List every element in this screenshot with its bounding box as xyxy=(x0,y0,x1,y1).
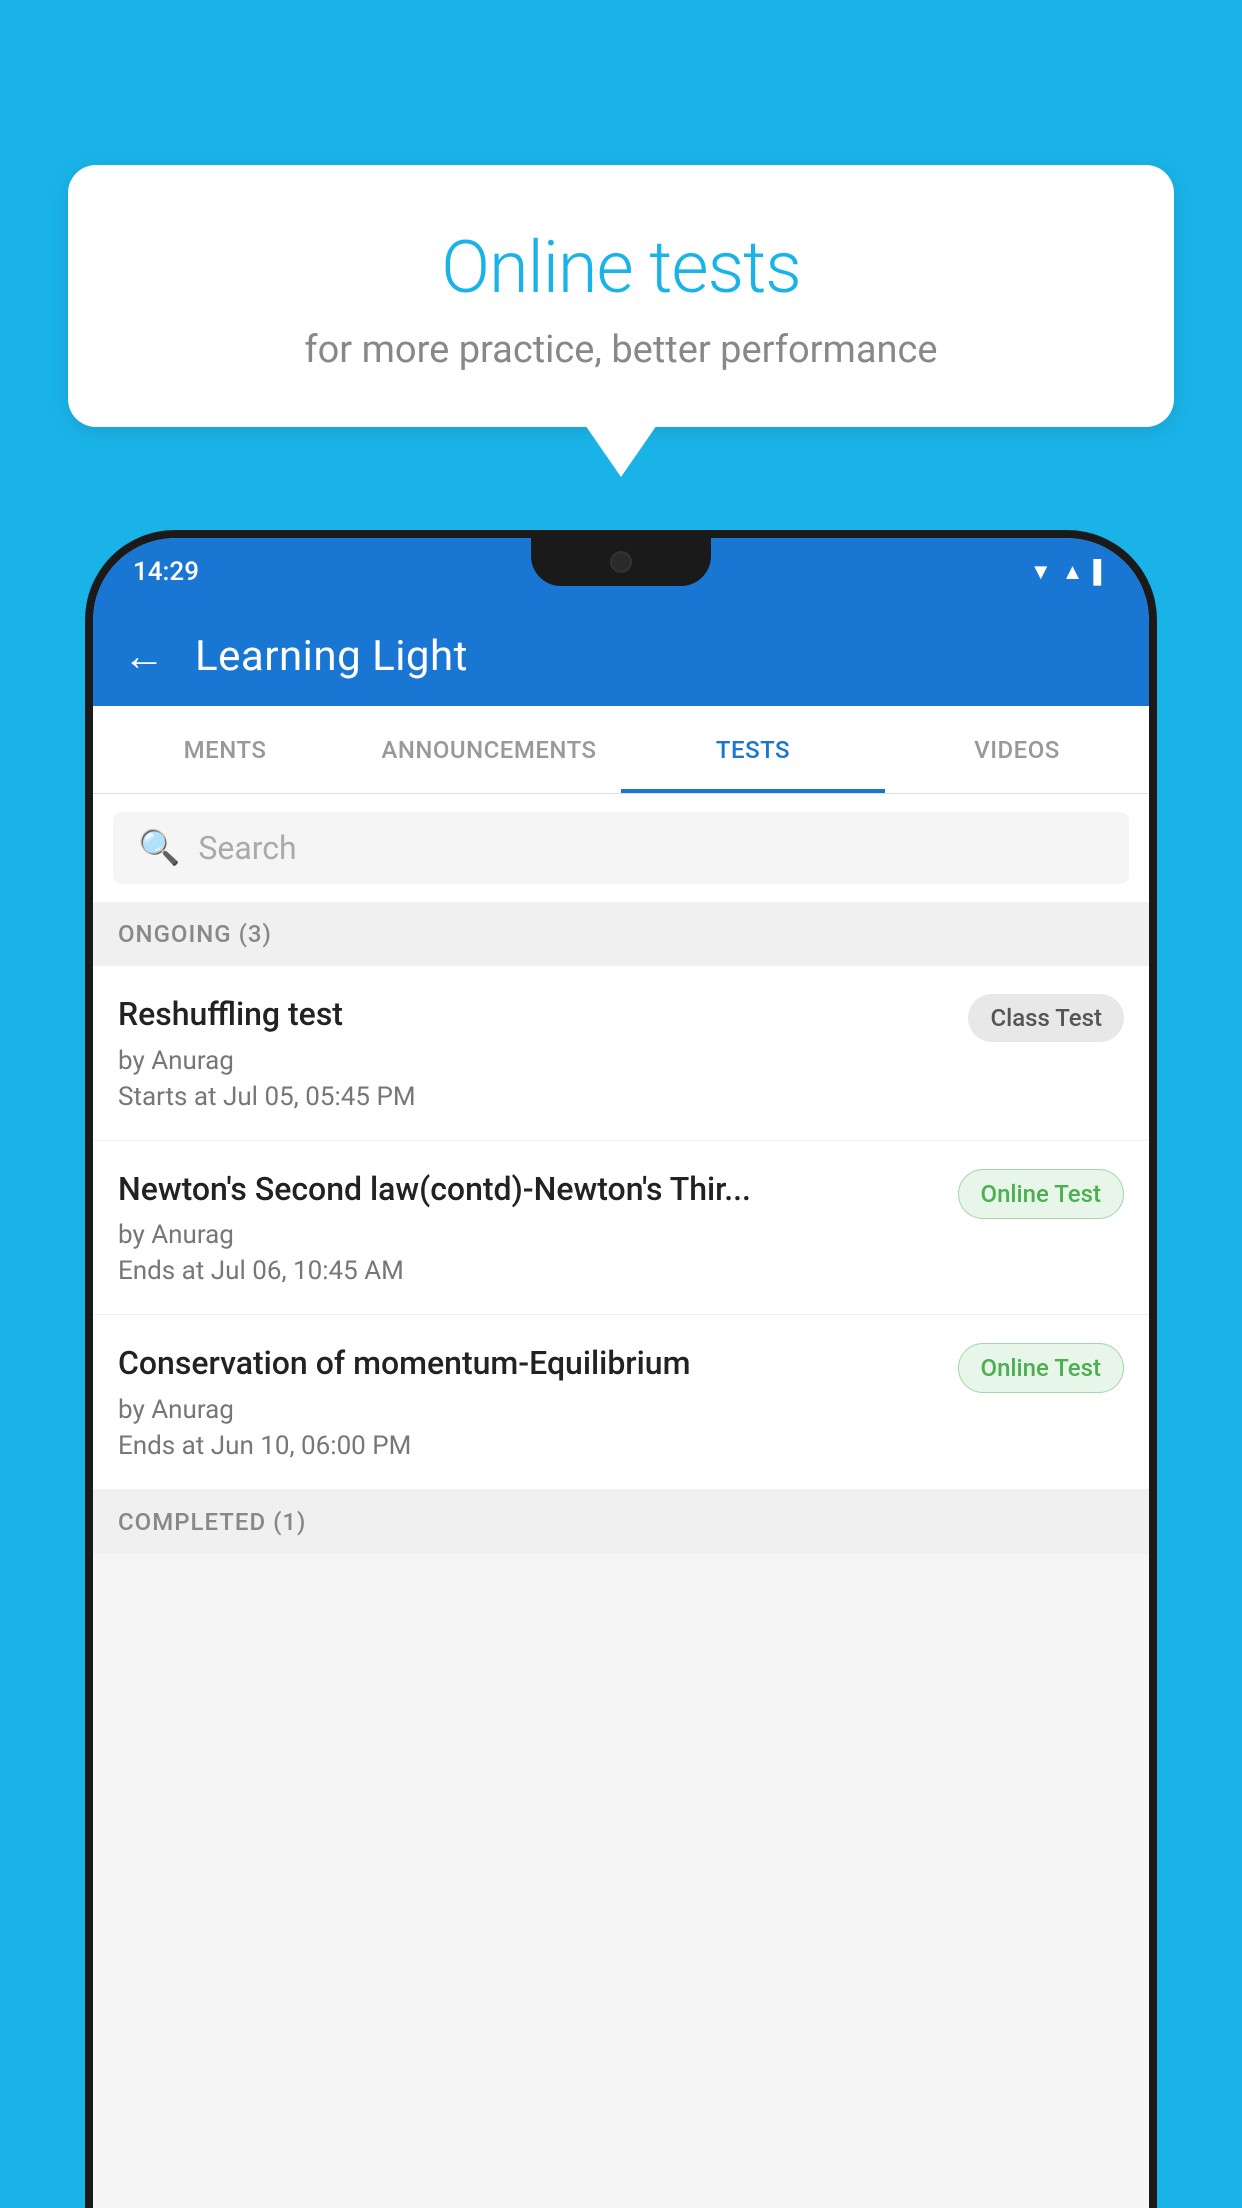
tab-videos-label: VIDEOS xyxy=(974,736,1060,764)
app-bar: ← Learning Light xyxy=(93,606,1149,706)
tab-videos[interactable]: VIDEOS xyxy=(885,706,1149,793)
test-author: by Anurag xyxy=(118,1220,938,1250)
tab-ments-label: MENTS xyxy=(184,736,267,764)
search-input[interactable]: Search xyxy=(198,829,296,867)
test-badge-online-2: Online Test xyxy=(958,1343,1124,1393)
test-info: Conservation of momentum-Equilibrium by … xyxy=(118,1343,958,1461)
app-title: Learning Light xyxy=(195,632,468,681)
signal-icon: ▲ xyxy=(1062,559,1084,585)
tests-list: Reshuffling test by Anurag Starts at Jul… xyxy=(93,966,1149,1490)
speech-bubble: Online tests for more practice, better p… xyxy=(68,165,1174,427)
phone-inner: 14:29 ▼ ▲ ▌ ← Learning Light MENTS ANNOU… xyxy=(93,538,1149,2208)
ongoing-section-header: ONGOING (3) xyxy=(93,902,1149,966)
bubble-title: Online tests xyxy=(108,225,1134,310)
status-bar: 14:29 ▼ ▲ ▌ xyxy=(93,538,1149,606)
speech-bubble-container: Online tests for more practice, better p… xyxy=(68,165,1174,427)
content-area: 🔍 Search ONGOING (3) Reshuffling test by… xyxy=(93,794,1149,2208)
battery-icon: ▌ xyxy=(1093,559,1109,585)
tab-announcements-label: ANNOUNCEMENTS xyxy=(381,736,596,764)
test-badge-online: Online Test xyxy=(958,1169,1124,1219)
test-item[interactable]: Newton's Second law(contd)-Newton's Thir… xyxy=(93,1141,1149,1316)
test-title: Reshuffling test xyxy=(118,994,948,1036)
test-item[interactable]: Conservation of momentum-Equilibrium by … xyxy=(93,1315,1149,1490)
test-date: Ends at Jul 06, 10:45 AM xyxy=(118,1256,938,1286)
tab-bar: MENTS ANNOUNCEMENTS TESTS VIDEOS xyxy=(93,706,1149,794)
test-title: Newton's Second law(contd)-Newton's Thir… xyxy=(118,1169,938,1211)
test-title: Conservation of momentum-Equilibrium xyxy=(118,1343,938,1385)
wifi-icon: ▼ xyxy=(1030,559,1052,585)
test-date: Starts at Jul 05, 05:45 PM xyxy=(118,1082,948,1112)
search-container: 🔍 Search xyxy=(93,794,1149,902)
search-icon: 🔍 xyxy=(138,828,180,868)
bubble-subtitle: for more practice, better performance xyxy=(108,328,1134,372)
test-badge-class: Class Test xyxy=(968,994,1124,1042)
front-camera xyxy=(610,551,632,573)
test-info: Newton's Second law(contd)-Newton's Thir… xyxy=(118,1169,958,1287)
completed-section-header: COMPLETED (1) xyxy=(93,1490,1149,1554)
test-author: by Anurag xyxy=(118,1395,938,1425)
status-icons: ▼ ▲ ▌ xyxy=(1030,559,1109,585)
tab-tests[interactable]: TESTS xyxy=(621,706,885,793)
back-button[interactable]: ← xyxy=(123,632,165,681)
test-author: by Anurag xyxy=(118,1046,948,1076)
test-date: Ends at Jun 10, 06:00 PM xyxy=(118,1431,938,1461)
test-item[interactable]: Reshuffling test by Anurag Starts at Jul… xyxy=(93,966,1149,1141)
tab-announcements[interactable]: ANNOUNCEMENTS xyxy=(357,706,621,793)
tab-ments[interactable]: MENTS xyxy=(93,706,357,793)
screen: 14:29 ▼ ▲ ▌ ← Learning Light MENTS ANNOU… xyxy=(93,538,1149,2208)
test-info: Reshuffling test by Anurag Starts at Jul… xyxy=(118,994,968,1112)
tab-tests-label: TESTS xyxy=(716,736,790,764)
phone-frame: 14:29 ▼ ▲ ▌ ← Learning Light MENTS ANNOU… xyxy=(85,530,1157,2208)
notch xyxy=(531,538,711,586)
status-time: 14:29 xyxy=(133,557,199,587)
search-box[interactable]: 🔍 Search xyxy=(113,812,1129,884)
